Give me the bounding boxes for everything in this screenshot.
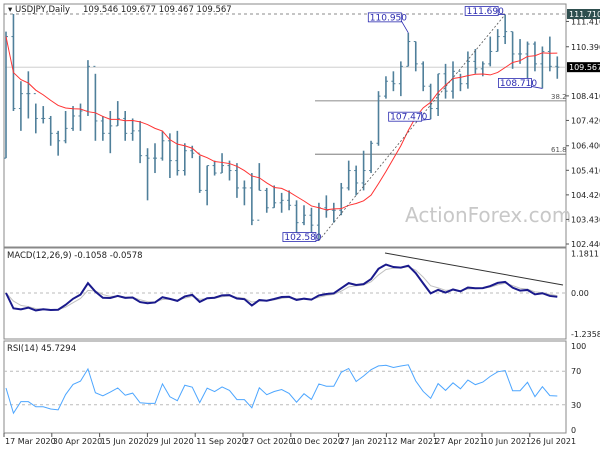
y-tick-label: 110.390 — [571, 43, 600, 52]
x-tick-label: 10 Jun 2021 — [483, 437, 531, 446]
y-tick-label: 103.430 — [571, 215, 600, 224]
annotation-label: 111.690 — [467, 7, 504, 17]
watermark: ActionForex.com — [405, 203, 571, 227]
annotation-label: 110.950 — [370, 13, 407, 23]
high-price-tag-label: 111.710 — [569, 10, 600, 19]
x-tick-label: 30 Apr 2020 — [53, 437, 102, 446]
ohlc-readout: 109.546 109.677 109.467 109.567 — [83, 5, 232, 15]
annotation-label: 108.710 — [500, 79, 537, 89]
x-tick-label: 17 Mar 2020 — [5, 437, 56, 446]
rsi-y-tick-label: 30 — [571, 401, 581, 410]
y-tick-label: 108.410 — [571, 92, 600, 101]
fib-level-label: 38.2 — [551, 93, 567, 101]
y-tick-label: 106.400 — [571, 142, 600, 151]
annotation-label: 107.470 — [390, 113, 427, 123]
x-tick-label: 27 Jan 2021 — [340, 437, 388, 446]
rsi-y-tick-label: 0 — [571, 426, 576, 435]
dropdown-arrow-icon[interactable]: ▾ — [8, 5, 13, 15]
macd-y-tick-label: 0.00 — [571, 289, 589, 298]
y-tick-label: 107.420 — [571, 116, 600, 125]
y-tick-label: 102.440 — [571, 240, 600, 249]
macd-y-tick-label: -1.2358 — [571, 330, 600, 339]
x-tick-label: 27 Oct 2020 — [244, 437, 293, 446]
annotation-label: 102.580 — [284, 233, 321, 243]
x-tick-label: 11 Sep 2020 — [196, 437, 247, 446]
x-tick-label: 26 Jul 2021 — [531, 437, 576, 446]
x-tick-label: 29 Jul 2020 — [148, 437, 193, 446]
x-tick-label: 15 Jun 2020 — [101, 437, 149, 446]
y-tick-label: 104.420 — [571, 191, 600, 200]
x-tick-label: 27 Apr 2021 — [435, 437, 484, 446]
macd-y-tick-label: 1.1811 — [571, 250, 599, 259]
macd-title: MACD(12,26,9) -0.1058 -0.0578 — [7, 251, 143, 261]
y-tick-label: 105.410 — [571, 166, 600, 175]
rsi-title: RSI(14) 45.7294 — [7, 344, 76, 354]
rsi-y-tick-label: 100 — [571, 342, 586, 351]
chart-window: ActionForex.com 38.2 61.8 102.580 110.950 10… — [0, 0, 600, 450]
rsi-y-tick-label: 70 — [571, 367, 581, 376]
x-tick-label: 10 Dec 2020 — [292, 437, 343, 446]
current-price-tag-label: 109.567 — [569, 63, 600, 72]
symbol-title: USDJPY,Daily — [15, 5, 70, 15]
fib-level-label: 61.8 — [551, 146, 567, 154]
x-tick-label: 12 Mar 2021 — [387, 437, 438, 446]
